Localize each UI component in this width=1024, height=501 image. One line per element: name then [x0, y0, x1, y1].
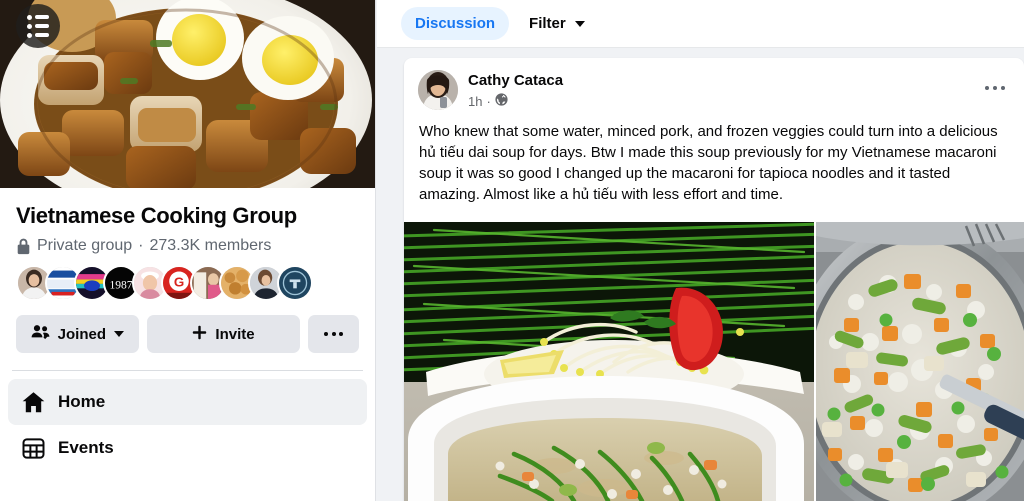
post-photo-right-image — [816, 222, 1024, 501]
sidebar-nav: Home Events — [0, 371, 375, 471]
tab-discussion[interactable]: Discussion — [401, 7, 510, 40]
filter-button[interactable]: Filter — [517, 7, 597, 40]
main-content: Discussion Filter Cathy Cataca 1h · Who … — [377, 0, 1024, 501]
post-meta-separator: · — [486, 94, 491, 109]
group-action-buttons: Joined Invite — [0, 301, 375, 353]
lock-icon — [16, 238, 31, 255]
group-info: Vietnamese Cooking Group Private group ·… — [0, 188, 375, 257]
group-privacy-label: Private group — [37, 237, 133, 254]
post-identity: Cathy Cataca 1h · — [468, 70, 978, 110]
invite-button[interactable]: Invite — [146, 315, 301, 353]
member-avatars-row[interactable]: 1987 G — [0, 257, 375, 301]
post-photos — [404, 222, 1024, 501]
sidebar-item-events-label: Events — [58, 438, 114, 457]
post-author-name[interactable]: Cathy Cataca — [468, 71, 978, 90]
sidebar-item-home-label: Home — [58, 392, 106, 411]
calendar-grid-icon — [20, 435, 46, 461]
member-avatar-10[interactable] — [277, 265, 313, 301]
svg-text:1987: 1987 — [109, 279, 132, 291]
post-timestamp[interactable]: 1h — [468, 93, 482, 110]
post-options-button[interactable] — [978, 71, 1012, 105]
group-more-button[interactable] — [308, 315, 359, 353]
post-meta: 1h · — [468, 93, 978, 110]
group-meta: Private group · 273.3K members — [16, 235, 359, 257]
group-member-count: 273.3K members — [149, 237, 272, 254]
chevron-down-icon — [113, 331, 124, 337]
group-meta-separator: · — [138, 237, 144, 254]
members-check-icon — [31, 324, 50, 344]
group-sidebar: Vietnamese Cooking Group Private group ·… — [0, 0, 376, 501]
filter-button-label: Filter — [529, 15, 566, 32]
ellipsis-icon — [983, 86, 1007, 90]
home-icon — [20, 389, 46, 415]
bulleted-list-icon — [27, 14, 49, 38]
globe-public-icon — [495, 93, 508, 110]
menu-button[interactable] — [16, 4, 60, 48]
invite-button-label: Invite — [215, 325, 255, 343]
post-photo-right[interactable] — [816, 222, 1024, 501]
joined-button[interactable]: Joined — [16, 315, 139, 353]
group-title: Vietnamese Cooking Group — [16, 203, 297, 228]
sidebar-item-events[interactable]: Events — [8, 425, 367, 471]
group-cover-photo — [0, 0, 375, 188]
facebook-group-page: Vietnamese Cooking Group Private group ·… — [0, 0, 1024, 501]
chevron-down-icon — [574, 20, 585, 27]
post-photo-left[interactable] — [404, 222, 814, 501]
post-photo-left-image — [404, 222, 814, 501]
post-card: Cathy Cataca 1h · Who knew that some wat… — [404, 58, 1024, 501]
joined-button-label: Joined — [57, 325, 106, 343]
post-body-text: Who knew that some water, minced pork, a… — [419, 123, 998, 203]
avatar[interactable] — [418, 70, 458, 110]
ellipsis-icon — [324, 332, 344, 336]
svg-text:G: G — [174, 275, 184, 290]
content-topbar: Discussion Filter — [377, 0, 1024, 48]
post-author-avatar-image — [418, 70, 458, 110]
post-header: Cathy Cataca 1h · — [404, 58, 1024, 110]
sidebar-item-home[interactable]: Home — [8, 379, 367, 425]
plus-icon — [192, 325, 207, 344]
